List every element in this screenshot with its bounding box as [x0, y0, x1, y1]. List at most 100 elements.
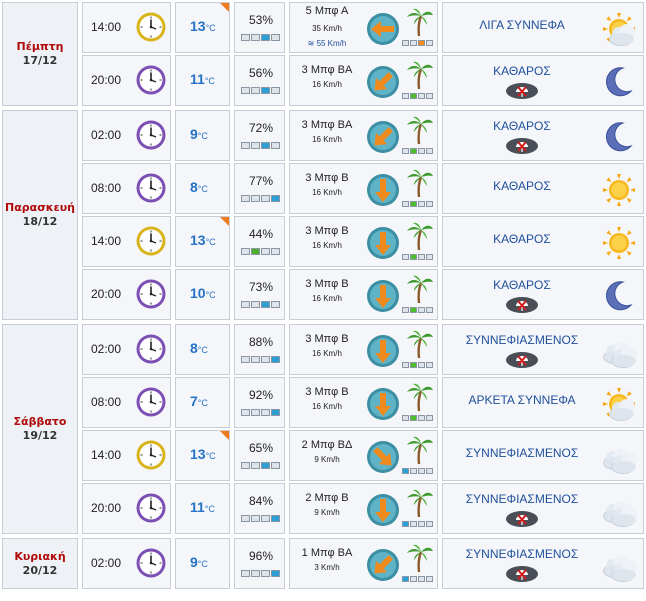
wind-speed: 16 Km/h [312, 188, 342, 197]
humidity-cell: 84% [234, 483, 285, 534]
sun-icon [601, 225, 637, 261]
wind-cell: 3 Μπφ Β 16 Km/h [289, 269, 438, 320]
humidity-level-segment [251, 515, 260, 522]
humidity-level-bar [241, 515, 280, 522]
humidity-level-segment [261, 570, 270, 577]
wind-cell: 3 Μπφ Β 16 Km/h [289, 216, 438, 267]
humidity-level-segment [241, 301, 250, 308]
time-label: 14:00 [91, 234, 122, 248]
temperature-unit: °C [197, 184, 208, 194]
wind-level-segment [426, 254, 433, 260]
palm-tree-icon [404, 221, 434, 251]
wind-beaufort: 3 Μπφ Β [305, 386, 349, 398]
time-cell: 02:00 [82, 110, 171, 161]
humidity-level-segment [241, 34, 250, 41]
wind-level-bar [402, 468, 433, 474]
humidity-level-segment [261, 34, 270, 41]
wind-level-segment [402, 254, 409, 260]
time-label: 08:00 [91, 395, 122, 409]
wind-gust: ≋ 55 Km/h [294, 39, 360, 48]
sky-cell: ΣΥΝΝΕΦΙΑΣΜΕΝΟΣ [442, 430, 644, 481]
sky-cell: ΚΑΘΑΡΟΣ [442, 216, 644, 267]
humidity-value: 56% [249, 66, 274, 80]
wind-speed: 16 Km/h [312, 135, 342, 144]
humidity-level-segment [271, 301, 280, 308]
forecast-row: 08:00 7°C 92% 3 Μπφ Β 16 Km/h ΑΡΚΕΤΑ ΣΥΝΝΕΦΑ [82, 377, 644, 428]
temperature-cell: 8°C [175, 163, 230, 214]
night-clock-icon [135, 172, 167, 204]
humidity-level-bar [241, 248, 280, 255]
temperature-cell: 10°C [175, 269, 230, 320]
time-cell: 02:00 [82, 324, 171, 375]
humidity-level-segment [251, 142, 260, 149]
cloud-icon [601, 439, 637, 475]
wind-level-segment [418, 521, 425, 527]
night-clock-icon [135, 119, 167, 151]
max-temp-flag-icon [220, 431, 229, 440]
humidity-cell: 44% [234, 216, 285, 267]
sky-cell: ΑΡΚΕΤΑ ΣΥΝΝΕΦΑ [442, 377, 644, 428]
humidity-level-bar [241, 570, 280, 577]
wind-cell: 2 Μπφ ΒΔ 9 Km/h [289, 430, 438, 481]
time-label: 20:00 [91, 287, 122, 301]
sky-cell: ΚΑΘΑΡΟΣ [442, 163, 644, 214]
humidity-level-bar [241, 195, 280, 202]
temperature-cell: 13°C [175, 2, 230, 53]
humidity-value: 73% [249, 280, 274, 294]
wind-level-segment [418, 201, 425, 207]
wind-level-segment [402, 576, 409, 582]
humidity-value: 44% [249, 227, 274, 241]
wind-level-segment [418, 148, 425, 154]
wind-beaufort: 1 Μπφ ΒΑ [301, 547, 353, 559]
temperature-cell: 11°C [175, 55, 230, 106]
wind-direction-south-arrow-icon [366, 226, 400, 260]
sky-condition: ΚΑΘΑΡΟΣ [493, 119, 551, 133]
wind-cell: 3 Μπφ Β 16 Km/h [289, 324, 438, 375]
humidity-level-segment [241, 462, 250, 469]
day-date: 20/12 [22, 563, 58, 577]
sky-condition: ΣΥΝΝΕΦΙΑΣΜΕΝΟΣ [465, 333, 579, 347]
wind-level-segment [418, 40, 425, 46]
humidity-level-segment [271, 515, 280, 522]
temperature-value: 11°C [190, 71, 215, 87]
humidity-level-bar [241, 87, 280, 94]
wind-level-segment [418, 415, 425, 421]
humidity-level-segment [271, 248, 280, 255]
humidity-cell: 65% [234, 430, 285, 481]
humidity-level-segment [241, 142, 250, 149]
temperature-unit: °C [205, 290, 216, 300]
wind-direction-sw-arrow-icon [366, 548, 400, 582]
forecast-row: 20:00 11°C 84% 2 Μπφ Β 9 Km/h ΣΥΝΝΕΦΙΑΣΜΕΝΟΣ [82, 483, 644, 534]
sky-cell: ΣΥΝΝΕΦΙΑΣΜΕΝΟΣ [442, 324, 644, 375]
wind-level-segment [410, 40, 417, 46]
day-date: 19/12 [22, 429, 58, 442]
humidity-level-segment [251, 87, 260, 94]
time-cell: 14:00 [82, 2, 171, 53]
wind-level-segment [426, 415, 433, 421]
wind-level-segment [402, 148, 409, 154]
wind-level-segment [410, 576, 417, 582]
wind-level-segment [410, 201, 417, 207]
temperature-cell: 8°C [175, 324, 230, 375]
wind-direction-south-arrow-icon [366, 387, 400, 421]
palm-tree-icon [404, 543, 434, 573]
forecast-row: 14:00 13°C 65% 2 Μπφ ΒΔ 9 Km/h ΣΥΝΝΕΦΙΑΣΜΕΝΟΣ [82, 430, 644, 481]
wind-level-segment [410, 93, 417, 99]
wind-level-bar [402, 521, 433, 527]
humidity-level-segment [241, 409, 250, 416]
humidity-level-segment [261, 409, 270, 416]
wind-direction-south-arrow-icon [366, 173, 400, 207]
humidity-value: 53% [249, 13, 274, 27]
wind-level-segment [418, 362, 425, 368]
forecast-row: 14:00 13°C 53% 5 Μπφ Α 35 Km/h ≋ 55 Km/h ΛΙΓΑ … [82, 2, 644, 53]
sky-condition: ΣΥΝΝΕΦΙΑΣΜΕΝΟΣ [465, 446, 579, 460]
cloud-icon [601, 492, 637, 528]
palm-tree-icon [404, 435, 434, 465]
wind-level-segment [402, 362, 409, 368]
night-clock-icon [135, 547, 167, 579]
temperature-cell: 11°C [175, 483, 230, 534]
wind-level-segment [426, 307, 433, 313]
humidity-level-bar [241, 356, 280, 363]
cloud-icon [601, 547, 637, 583]
humidity-level-bar [241, 142, 280, 149]
